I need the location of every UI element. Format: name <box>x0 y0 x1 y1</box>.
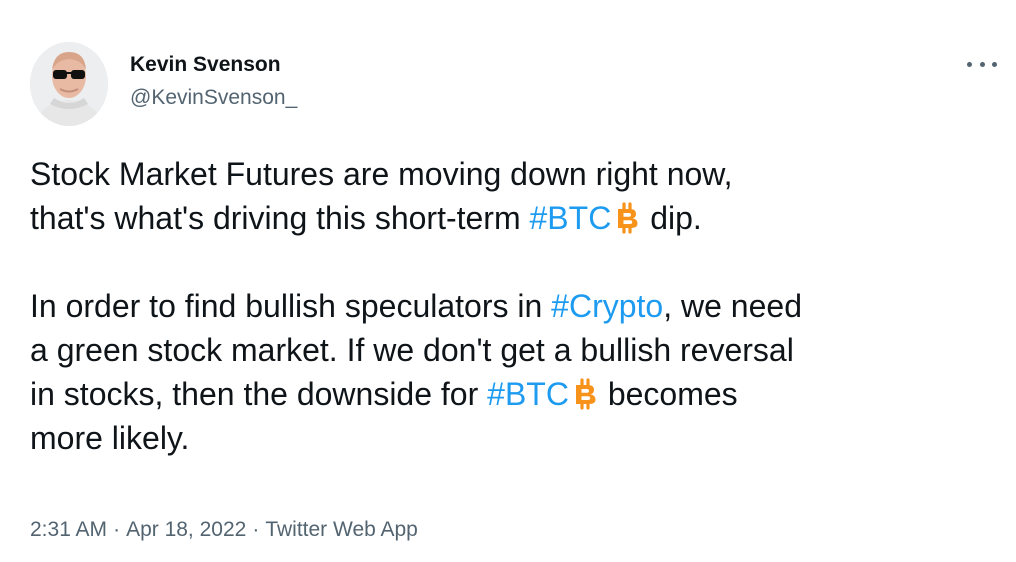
more-options-icon[interactable] <box>965 54 999 74</box>
dot <box>967 61 972 67</box>
tweet-meta: 2:31 AM · Apr 18, 2022 · Twitter Web App <box>30 518 418 542</box>
tweet-source[interactable]: Twitter Web App <box>265 518 418 541</box>
text-line: more likely. <box>30 420 190 456</box>
hashtag-crypto-link[interactable]: #Crypto <box>551 288 663 324</box>
separator: · <box>113 518 121 541</box>
dot <box>992 61 997 67</box>
bitcoin-emoji-icon <box>575 378 596 410</box>
dot <box>979 61 985 67</box>
tweet-timestamp[interactable]: 2:31 AM · Apr 18, 2022 <box>30 518 246 541</box>
hashtag-btc-link[interactable]: #BTC <box>487 376 569 412</box>
tweet-card: Kevin Svenson @KevinSvenson_ Stock Marke… <box>0 0 1016 562</box>
separator: · <box>252 518 260 541</box>
text-segment: in stocks, then the downside for <box>30 376 488 412</box>
text-segment: In order to find bullish speculators in <box>30 288 552 324</box>
tweet-date: Apr 18, 2022 <box>126 518 247 541</box>
text-segment: , we need <box>663 288 802 324</box>
text-line: Stock Market Futures are moving down rig… <box>30 156 733 192</box>
tweet-paragraph-1: Stock Market Futures are moving down rig… <box>30 152 1000 240</box>
author-handle[interactable]: @KevinSvenson_ <box>130 86 297 110</box>
text-segment: that's what's driving this short-term <box>30 200 530 236</box>
tweet-paragraph-2: In order to find bullish speculators in … <box>30 284 1000 460</box>
author-name[interactable]: Kevin Svenson <box>130 53 281 77</box>
avatar[interactable] <box>30 42 108 126</box>
hashtag-btc-link[interactable]: #BTC <box>530 200 612 236</box>
tweet-text: Stock Market Futures are moving down rig… <box>30 152 1000 460</box>
text-line: a green stock market. If we don't get a … <box>30 332 794 368</box>
tweet-time: 2:31 AM <box>30 518 108 541</box>
text-segment: becomes <box>598 376 738 412</box>
bitcoin-emoji-icon <box>618 202 638 234</box>
text-segment: dip. <box>641 200 702 236</box>
avatar-photo-icon <box>30 42 108 126</box>
